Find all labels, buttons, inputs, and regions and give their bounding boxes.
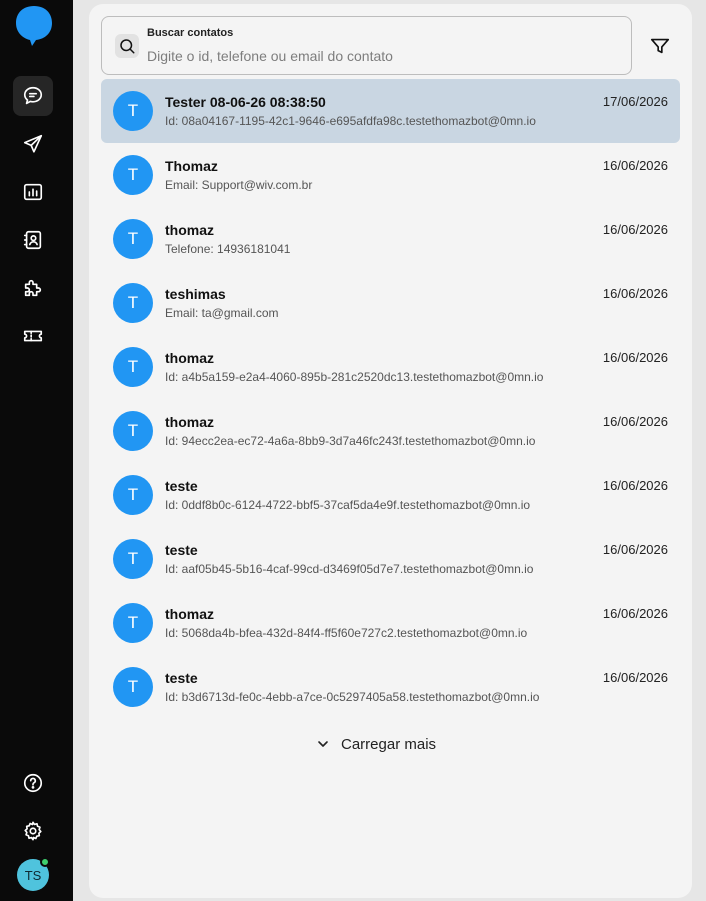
filter-button[interactable] [648,34,672,58]
contact-name: thomaz [165,222,214,238]
contact-row[interactable]: Tteste Id: b3d6713d-fe0c-4ebb-a7ce-0c5297… [101,655,680,719]
contact-avatar: T [113,219,153,259]
logo-icon[interactable] [14,4,54,48]
contact-row[interactable]: T Thomaz Email: Support@wiv.com.br 16/06/20… [101,143,680,207]
nav-chats[interactable] [13,76,53,116]
contact-detail: Id: 0ddf8b0c-6124-4722-bbf5-37caf5da4e9f… [165,498,531,512]
filter-icon [650,38,670,54]
contact-row[interactable]: Tthomaz Telefone: 14936181041 16/06/2026 [101,207,680,271]
contact-name: thomaz [165,350,214,366]
contact-detail: Id: b3d6713d-fe0c-4ebb-a7ce-0c5297405a58… [165,690,540,704]
contact-name: teste [165,478,198,494]
sidebar: TS [0,0,73,901]
gear-icon [24,821,42,841]
contact-date: 16/06/2026 [602,478,668,493]
contact-detail: Id: 08a04167-1195-42c1-9646-e695afdfa98c… [165,114,536,128]
contact-avatar: T [113,283,153,323]
nav-reports[interactable] [13,172,53,212]
contact-list: T Tester 08-06-26 08:38:50 Id: 08a04167-11… [101,79,680,719]
contact-date: 16/06/2026 [602,286,668,301]
contact-detail: Id: aaf05b45-5b16-4caf-99cd-d3469f05d7e7… [165,562,534,576]
load-more-button[interactable]: Carregar mais [315,732,436,756]
contact-row[interactable]: Tthomaz Id: 94ecc2ea-ec72-4a6a-8bb9-3d7a4… [101,399,680,463]
online-status-dot [40,857,50,867]
contact-name: thomaz [165,606,214,622]
contact-name: teste [165,670,198,686]
contact-detail: Telefone: 14936181041 [165,242,291,256]
nav-contacts[interactable] [13,220,53,260]
contact-detail: Email: ta@gmail.com [165,306,279,320]
contacts-icon [23,230,42,250]
search-box: Buscar contatos [101,16,632,75]
nav-integrations[interactable] [13,268,53,308]
contact-name: teshimas [165,286,226,302]
ticket-icon [23,330,43,342]
contact-name: thomaz [165,414,214,430]
nav-tickets[interactable] [13,316,53,356]
contact-avatar: T [113,539,153,579]
contacts-panel: Buscar contatos T Tester 08-06-26 08:38:5… [89,4,692,898]
search-label: Buscar contatos [147,27,234,39]
load-more-label: Carregar mais [341,735,437,753]
contact-row[interactable]: Tteshimas Email: ta@gmail.com 16/06/2026 [101,271,680,335]
contact-date: 16/06/2026 [602,606,668,621]
contact-detail: Id: 94ecc2ea-ec72-4a6a-8bb9-3d7a46fc243f… [165,434,536,448]
contact-row[interactable]: Tthomaz Id: a4b5a159-e2a4-4060-895b-281c2… [101,335,680,399]
chart-icon [23,183,43,201]
search-icon [115,34,139,58]
puzzle-icon [24,279,42,297]
contact-name: teste [165,542,198,558]
contact-row[interactable]: Tteste Id: 0ddf8b0c-6124-4722-bbf5-37caf5… [101,463,680,527]
contact-detail: Id: 5068da4b-bfea-432d-84f4-ff5f60e727c2… [165,626,528,640]
contact-row[interactable]: T Tester 08-06-26 08:38:50 Id: 08a04167-11… [101,79,680,143]
contact-date: 16/06/2026 [602,350,668,365]
contact-date: 17/06/2026 [602,94,668,109]
nav-settings[interactable] [13,811,53,851]
contact-name: Thomaz [165,158,218,174]
contact-date: 16/06/2026 [602,542,668,557]
contact-name: Tester 08-06-26 08:38:50 [165,94,326,110]
contact-detail: Id: a4b5a159-e2a4-4060-895b-281c2520dc13… [165,370,544,384]
contact-avatar: T [113,91,153,131]
chat-icon [23,86,43,105]
contact-date: 16/06/2026 [602,414,668,429]
search-input[interactable] [147,45,617,67]
contact-row[interactable]: Tthomaz Id: 5068da4b-bfea-432d-84f4-ff5f6… [101,591,680,655]
contact-date: 16/06/2026 [602,670,668,685]
contact-avatar: T [113,475,153,515]
contact-avatar: T [113,411,153,451]
contact-avatar: T [113,347,153,387]
contact-detail: Email: Support@wiv.com.br [165,178,313,192]
contact-date: 16/06/2026 [602,222,668,237]
nav-help[interactable] [13,763,53,803]
contact-avatar: T [113,667,153,707]
contact-avatar: T [113,603,153,643]
contact-date: 16/06/2026 [602,158,668,173]
chevron-down-icon [318,741,328,747]
nav-campaigns[interactable] [13,124,53,164]
contact-row[interactable]: Tteste Id: aaf05b45-5b16-4caf-99cd-d3469f… [101,527,680,591]
contact-avatar: T [113,155,153,195]
help-icon [23,773,43,793]
send-icon [23,134,43,153]
